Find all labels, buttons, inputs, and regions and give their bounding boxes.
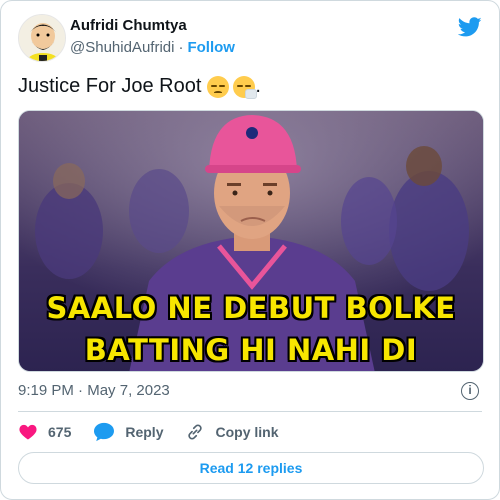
tweet-text-body: Justice For Joe Root xyxy=(18,75,202,97)
info-icon[interactable]: i xyxy=(461,382,479,400)
link-icon xyxy=(188,424,203,440)
reply-label: Reply xyxy=(125,424,164,440)
embedded-tweet-card: Aufridi Chumtya @ShuhidAufridi · Follow … xyxy=(0,0,500,500)
author-handle-row: @ShuhidAufridi · Follow xyxy=(70,39,235,56)
avatar-cartoon-icon xyxy=(19,15,65,61)
reply-button[interactable]: Reply xyxy=(93,422,163,442)
tweet-time[interactable]: 9:19 PM xyxy=(18,382,74,399)
author-handle[interactable]: @ShuhidAufridi xyxy=(70,39,174,56)
tweet-text: Justice For Joe Root . xyxy=(18,75,261,99)
follow-button[interactable]: Follow xyxy=(187,39,235,56)
timestamp-separator: · xyxy=(78,382,84,399)
copy-link-label: Copy link xyxy=(215,424,279,440)
read-replies-button[interactable]: Read 12 replies xyxy=(18,452,484,484)
tweet-actions: 675 Reply Copy link xyxy=(18,421,301,443)
tweet-date[interactable]: May 7, 2023 xyxy=(87,382,170,399)
twitter-bird-icon[interactable] xyxy=(458,15,482,39)
like-count: 675 xyxy=(48,424,72,440)
handle-separator: · xyxy=(178,39,184,56)
speech-bubble-icon xyxy=(94,422,115,442)
sneezing-face-icon xyxy=(233,75,258,99)
author-display-name[interactable]: Aufridi Chumtya xyxy=(70,17,187,34)
divider xyxy=(18,411,482,412)
like-button[interactable]: 675 xyxy=(18,422,71,442)
meme-caption-line-1: SAALO NE DEBUT BOLKE xyxy=(46,291,456,325)
disappointed-face-icon xyxy=(207,75,230,98)
heart-icon xyxy=(19,424,37,440)
avatar[interactable] xyxy=(18,14,66,62)
tweet-timestamp[interactable]: 9:19 PM · May 7, 2023 xyxy=(18,382,170,399)
copy-link-button[interactable]: Copy link xyxy=(185,422,279,442)
tweet-media-image[interactable]: SAALO NE DEBUT BOLKE BATTING HI NAHI DI xyxy=(18,110,484,372)
meme-caption-line-2: BATTING HI NAHI DI xyxy=(84,333,418,367)
